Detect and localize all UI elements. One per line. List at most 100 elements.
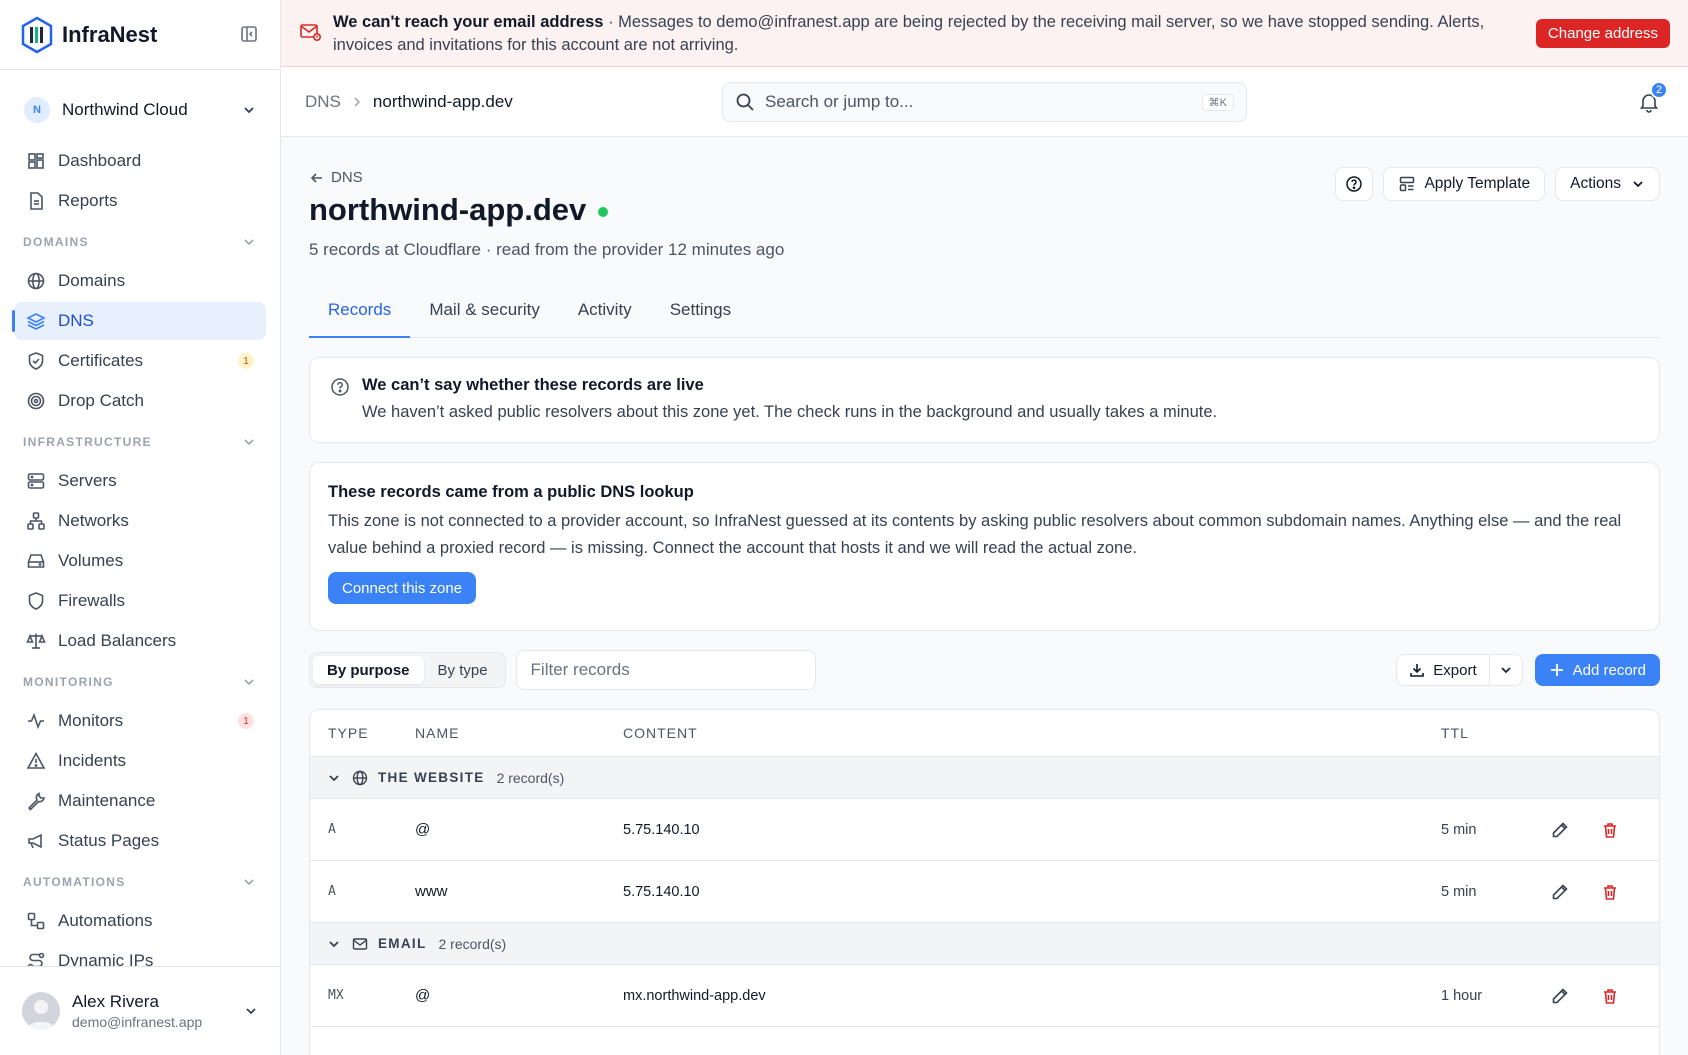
pencil-icon[interactable] bbox=[1551, 987, 1569, 1005]
search-input[interactable] bbox=[765, 92, 1202, 112]
global-search[interactable]: ⌘K bbox=[722, 82, 1247, 122]
column-header-ttl[interactable]: TTL bbox=[1441, 725, 1551, 741]
record-content: mx.northwind-app.dev bbox=[623, 987, 766, 1004]
tab-activity[interactable]: Activity bbox=[559, 296, 651, 338]
column-header-content[interactable]: CONTENT bbox=[623, 725, 1441, 741]
connect-zone-button[interactable]: Connect this zone bbox=[328, 572, 477, 604]
user-email: demo@infranest.app bbox=[72, 1014, 203, 1030]
pencil-icon[interactable] bbox=[1551, 821, 1569, 839]
sidebar-item-volumes[interactable]: Volumes bbox=[14, 542, 266, 580]
arrow-left-icon bbox=[310, 172, 322, 183]
warning-triangle-icon bbox=[26, 751, 46, 769]
sidebar-item-certificates[interactable]: Certificates 1 bbox=[14, 342, 266, 380]
network-icon bbox=[27, 512, 45, 530]
breadcrumb-root[interactable]: DNS bbox=[305, 92, 341, 112]
apply-template-label: Apply Template bbox=[1424, 175, 1531, 192]
search-shortcut-hint: ⌘K bbox=[1201, 93, 1234, 111]
table-row[interactable] bbox=[310, 1027, 1659, 1055]
sidebar-item-domains[interactable]: Domains bbox=[14, 262, 266, 300]
column-header-name[interactable]: NAME bbox=[415, 725, 623, 741]
activity-icon bbox=[28, 712, 44, 730]
sidebar-item-status-pages[interactable]: Status Pages bbox=[14, 822, 266, 860]
sidebar-item-maintenance[interactable]: Maintenance bbox=[14, 782, 266, 820]
view-by-type[interactable]: By type bbox=[424, 656, 502, 684]
nav-section-monitoring[interactable]: MONITORING bbox=[14, 662, 266, 702]
change-address-button[interactable]: Change address bbox=[1535, 19, 1670, 48]
sidebar-item-servers[interactable]: Servers bbox=[14, 462, 266, 500]
trash-icon[interactable] bbox=[1601, 987, 1619, 1005]
globe-icon bbox=[27, 272, 45, 290]
group-label: THE WEBSITE bbox=[378, 770, 485, 785]
chevron-down-icon bbox=[329, 940, 339, 947]
sidebar-item-monitors[interactable]: Monitors 1 bbox=[14, 702, 266, 740]
table-row[interactable]: A www 5.75.140.10 5 min bbox=[310, 861, 1659, 923]
export-button[interactable]: Export bbox=[1397, 655, 1490, 685]
sidebar-item-load-balancers[interactable]: Load Balancers bbox=[14, 622, 266, 660]
sidebar-item-incidents[interactable]: Incidents bbox=[14, 742, 266, 780]
sidebar-item-networks[interactable]: Networks bbox=[14, 502, 266, 540]
export-split-button: Export bbox=[1396, 654, 1523, 686]
sidebar-item-label: Firewalls bbox=[58, 591, 126, 610]
nav-section-automations[interactable]: AUTOMATIONS bbox=[14, 862, 266, 902]
sidebar-item-automations[interactable]: Automations bbox=[14, 902, 266, 940]
notification-count-badge: 2 bbox=[1650, 81, 1668, 99]
org-name: Northwind Cloud bbox=[62, 100, 188, 119]
table-row[interactable]: A @ 5.75.140.10 5 min bbox=[310, 799, 1659, 861]
sidebar-item-label: Incidents bbox=[58, 751, 127, 770]
shield-check-icon bbox=[28, 352, 44, 370]
sidebar-nav: Dashboard Reports DOMAINS Domains DNS Ce… bbox=[0, 142, 280, 980]
table-row[interactable]: MX @ mx.northwind-app.dev 1 hour bbox=[310, 965, 1659, 1027]
records-toolbar: By purpose By type Export Add record bbox=[309, 650, 1660, 690]
pencil-icon[interactable] bbox=[1551, 883, 1569, 901]
trash-icon[interactable] bbox=[1601, 821, 1619, 839]
tab-mail-security[interactable]: Mail & security bbox=[410, 296, 559, 338]
chevron-down-icon bbox=[244, 879, 254, 886]
nav-section-infrastructure[interactable]: INFRASTRUCTURE bbox=[14, 422, 266, 462]
notice-body: We can’t say whether these records are l… bbox=[362, 376, 1217, 424]
notice-title: We can’t say whether these records are l… bbox=[362, 376, 704, 394]
user-info: Alex Rivera demo@infranest.app bbox=[72, 992, 244, 1030]
sidebar-item-drop-catch[interactable]: Drop Catch bbox=[14, 382, 266, 420]
record-type: A bbox=[328, 884, 336, 899]
sidebar-item-label: Automations bbox=[58, 911, 153, 930]
sidebar-item-reports[interactable]: Reports bbox=[14, 182, 266, 220]
sidebar: InfraNest N Northwind Cloud Dashboard Re… bbox=[0, 0, 281, 1055]
add-record-button[interactable]: Add record bbox=[1534, 654, 1660, 686]
nav-section-title: AUTOMATIONS bbox=[23, 875, 126, 889]
sidebar-item-dns[interactable]: DNS bbox=[12, 302, 266, 340]
apply-template-button[interactable]: Apply Template bbox=[1383, 167, 1546, 201]
export-options-button[interactable] bbox=[1490, 655, 1522, 685]
sidebar-item-label: Load Balancers bbox=[58, 631, 177, 650]
record-group-email[interactable]: EMAIL 2 record(s) bbox=[310, 923, 1659, 965]
brand[interactable]: InfraNest bbox=[0, 0, 280, 70]
filter-records-input[interactable] bbox=[515, 650, 816, 690]
actions-menu-button[interactable]: Actions bbox=[1555, 167, 1660, 201]
column-header-type[interactable]: TYPE bbox=[310, 725, 415, 741]
banner-title: We can't reach your email address bbox=[333, 13, 604, 31]
trash-icon[interactable] bbox=[1601, 883, 1619, 901]
tab-settings[interactable]: Settings bbox=[651, 296, 750, 338]
org-switcher[interactable]: N Northwind Cloud bbox=[0, 78, 280, 142]
nav-section-domains[interactable]: DOMAINS bbox=[14, 222, 266, 262]
user-menu[interactable]: Alex Rivera demo@infranest.app bbox=[0, 966, 280, 1055]
help-button[interactable] bbox=[1335, 167, 1374, 201]
banner-separator: · bbox=[603, 13, 619, 31]
view-by-purpose[interactable]: By purpose bbox=[313, 656, 424, 684]
group-label: EMAIL bbox=[378, 936, 427, 951]
sidebar-item-label: Reports bbox=[58, 191, 118, 210]
sidebar-item-label: Maintenance bbox=[58, 791, 156, 810]
sidebar-item-label: Certificates bbox=[58, 351, 144, 370]
email-bounce-banner: We can't reach your email address · Mess… bbox=[281, 0, 1688, 67]
toolbar-actions: Export Add record bbox=[1396, 654, 1660, 686]
sidebar-item-dashboard[interactable]: Dashboard bbox=[14, 142, 266, 180]
record-content: 5.75.140.10 bbox=[623, 821, 700, 838]
sidebar-collapse-icon[interactable] bbox=[240, 25, 258, 43]
brand-name: InfraNest bbox=[62, 21, 158, 47]
group-count: 2 record(s) bbox=[438, 935, 507, 952]
nav-section-title: MONITORING bbox=[23, 675, 114, 689]
chevron-down-icon bbox=[244, 239, 254, 246]
record-group-website[interactable]: THE WEBSITE 2 record(s) bbox=[310, 757, 1659, 799]
certificates-count-badge: 1 bbox=[238, 353, 254, 369]
sidebar-item-firewalls[interactable]: Firewalls bbox=[14, 582, 266, 620]
tab-records[interactable]: Records bbox=[309, 296, 411, 338]
